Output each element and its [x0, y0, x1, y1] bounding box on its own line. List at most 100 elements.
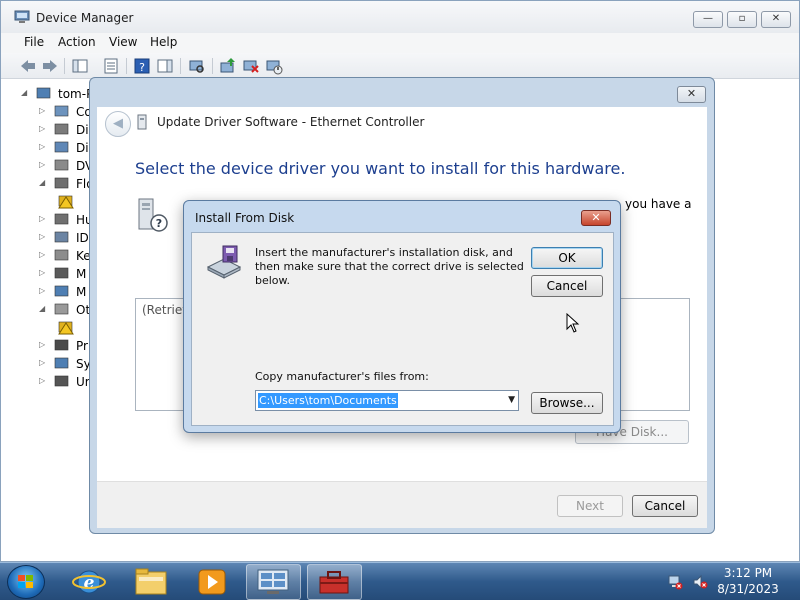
tree-item[interactable]: ◢ tom-P	[21, 86, 93, 102]
toolbar-separator	[180, 58, 181, 74]
start-button[interactable]	[7, 565, 45, 599]
enable-device-icon[interactable]	[265, 57, 283, 75]
processor-icon	[54, 339, 69, 351]
menu-help[interactable]: Help	[150, 35, 177, 49]
taskbar-update-driver[interactable]	[307, 564, 362, 600]
dialog-content: Insert the manufacturer's installation d…	[191, 232, 614, 426]
tree-expander-icon[interactable]: ▷	[39, 124, 49, 134]
hid-icon	[54, 213, 69, 225]
taskbar-internet-explorer[interactable]: e	[62, 564, 117, 600]
taskbar: e	[0, 562, 800, 600]
wizard-instruction-text: you have a	[625, 197, 692, 211]
ok-button[interactable]: OK	[531, 247, 603, 269]
device-tree: ◢ tom-P ▷ Co ▷ Di ▷ Di ▷ DV ◢ Flo ▷ Hu ▷ ID ▷ Ke ▷ M ▷ M ◢ Ot ▷ P…	[21, 81, 94, 391]
browse-button[interactable]: Browse...	[531, 392, 603, 414]
tree-item-label: Di	[76, 141, 89, 155]
tree-expander-icon[interactable]: ▷	[39, 142, 49, 152]
menu-file[interactable]: File	[24, 35, 44, 49]
menu-action[interactable]: Action	[58, 35, 96, 49]
properties-icon[interactable]	[102, 57, 120, 75]
svg-text:?: ?	[156, 217, 162, 230]
toolbar-separator	[64, 58, 65, 74]
wizard-back-button[interactable]: ◀	[105, 111, 131, 137]
tree-expander-icon[interactable]: ◢	[39, 304, 49, 314]
tree-item-label: Ur	[76, 375, 90, 389]
computer-icon	[54, 105, 69, 117]
wizard-heading: Select the device driver you want to ins…	[135, 159, 626, 178]
action-pane-icon[interactable]	[156, 57, 174, 75]
help-icon[interactable]: ?	[133, 57, 151, 75]
tree-item-label: Pr	[76, 339, 88, 353]
update-driver-icon[interactable]	[219, 57, 237, 75]
minimize-button[interactable]: —	[693, 11, 723, 28]
keyboard-icon	[54, 249, 69, 261]
dropdown-arrow-icon[interactable]: ▼	[508, 394, 515, 407]
tree-expander-icon[interactable]: ▷	[39, 232, 49, 242]
dialog-cancel-button[interactable]: Cancel	[531, 275, 603, 297]
tree-item-label: M	[76, 285, 87, 299]
maximize-button[interactable]: ▫	[727, 11, 757, 28]
close-button[interactable]: ✕	[761, 11, 791, 28]
clock-time[interactable]: 3:12 PM	[700, 566, 796, 580]
next-button[interactable]: Next	[557, 495, 623, 517]
install-disk-icon	[206, 245, 242, 279]
dialog-close-button[interactable]: ✕	[581, 210, 611, 226]
toolbar-separator	[126, 58, 127, 74]
tree-expander-icon[interactable]: ▷	[39, 106, 49, 116]
tree-expander-icon[interactable]: ◢	[21, 88, 31, 98]
source-path-value[interactable]: C:\Users\tom\Documents	[258, 393, 398, 408]
tree-expander-icon[interactable]: ▷	[39, 340, 49, 350]
toolbar: ?	[1, 53, 799, 79]
tree-expander-icon[interactable]: ▷	[39, 160, 49, 170]
forward-arrow-icon[interactable]	[41, 57, 59, 75]
dialog-title: Install From Disk	[195, 211, 295, 225]
clock-date[interactable]: 8/31/2023	[700, 582, 796, 596]
network-status-icon[interactable]	[667, 574, 683, 590]
dialog-message: Insert the manufacturer's installation d…	[255, 246, 524, 287]
toolbox-icon	[319, 571, 349, 594]
tree-expander-icon[interactable]: ▷	[39, 214, 49, 224]
tree-item-label: Di	[76, 123, 89, 137]
taskbar-device-manager[interactable]	[246, 564, 301, 600]
display-adapter-icon	[54, 141, 69, 153]
tree-expander-icon[interactable]: ▷	[39, 250, 49, 260]
tree-item-label: ID	[76, 231, 89, 245]
taskbar-file-explorer[interactable]	[124, 564, 179, 600]
back-arrow-icon[interactable]	[19, 57, 37, 75]
menu-bar: File Action View Help	[1, 33, 799, 53]
usb-controller-icon	[54, 375, 69, 387]
internet-explorer-icon: e	[72, 570, 106, 594]
window-title: Device Manager	[36, 11, 134, 25]
monitor-icon	[54, 285, 69, 297]
wizard-footer: Next Cancel	[97, 481, 707, 528]
disk-drive-icon	[54, 123, 69, 135]
driver-device-icon	[137, 114, 147, 130]
source-path-combobox[interactable]: C:\Users\tom\Documents ▼	[255, 390, 519, 411]
other-devices-icon	[54, 303, 69, 315]
svg-text:?: ?	[139, 61, 145, 74]
dvd-drive-icon	[54, 159, 69, 171]
file-explorer-icon	[135, 568, 167, 595]
tree-expander-icon[interactable]: ▷	[39, 358, 49, 368]
wizard-cancel-button[interactable]: Cancel	[632, 495, 698, 517]
menu-view[interactable]: View	[109, 35, 137, 49]
device-manager-icon	[14, 10, 30, 23]
mouse-icon	[54, 267, 69, 279]
tree-expander-icon[interactable]: ▷	[39, 268, 49, 278]
uninstall-device-icon[interactable]	[242, 57, 260, 75]
unknown-hardware-icon: ?	[138, 198, 168, 232]
scan-hardware-icon[interactable]	[188, 57, 206, 75]
show-hide-console-tree-icon[interactable]	[71, 57, 89, 75]
floppy-warning-icon	[58, 195, 74, 209]
wizard-close-button[interactable]: ✕	[677, 86, 706, 103]
taskbar-media-player[interactable]	[185, 564, 240, 600]
tree-expander-icon[interactable]: ▷	[39, 376, 49, 386]
ide-controller-icon	[54, 231, 69, 243]
system-devices-icon	[54, 357, 69, 369]
computer-icon	[36, 87, 51, 99]
mouse-pointer-icon	[566, 313, 580, 333]
tree-expander-icon[interactable]: ◢	[39, 178, 49, 188]
back-arrow-icon: ◀	[113, 116, 123, 131]
tree-expander-icon[interactable]: ▷	[39, 286, 49, 296]
device-manager-titlebar: Device Manager — ▫ ✕	[1, 1, 799, 33]
